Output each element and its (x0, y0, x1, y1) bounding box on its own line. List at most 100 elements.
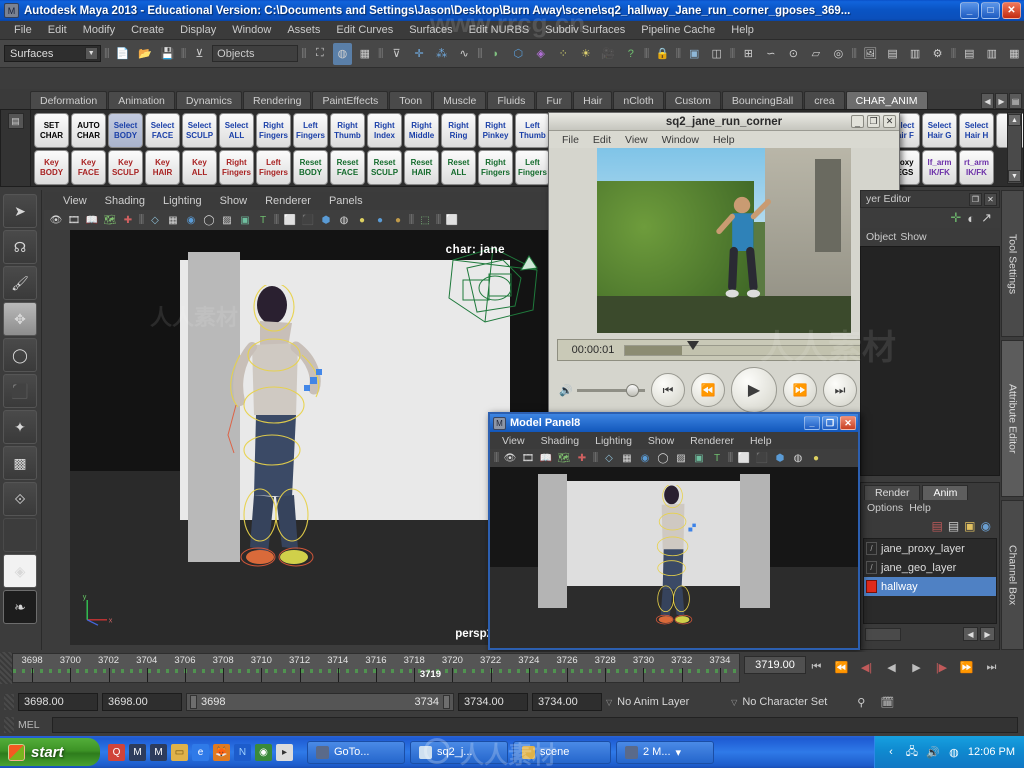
subdiv-mask-icon[interactable]: ◈ (531, 43, 551, 65)
camera-attributes-icon[interactable]: 🎞 (66, 212, 82, 228)
shelf-button-reset-sculp[interactable]: Reset SCULP (367, 150, 402, 185)
network-icon[interactable]: 🖧 (905, 745, 919, 759)
attribute-editor-menu-show[interactable]: Show (900, 231, 926, 243)
folder-icon[interactable]: ▭ (171, 743, 188, 761)
open-scene-icon[interactable]: 📂 (135, 43, 155, 65)
layer-editor-tab-render[interactable]: Render (864, 485, 921, 500)
shelf-tab-deformation[interactable]: Deformation (30, 91, 108, 109)
mp-bookmarks-icon[interactable]: 📖 (538, 450, 554, 466)
mel-command-input[interactable] (52, 717, 1018, 733)
menu-item-help[interactable]: Help (723, 22, 762, 38)
layer-editor-field[interactable] (865, 627, 901, 641)
menu-item-edit[interactable]: Edit (40, 22, 75, 38)
bookmarks-icon[interactable]: 📖 (84, 212, 100, 228)
mp-image-plane-icon[interactable]: 🗺 (556, 450, 572, 466)
shelf-button-right-pinkey[interactable]: Right Pinkey (478, 113, 513, 148)
text-overlay-icon[interactable]: T (255, 212, 271, 228)
shelf-button-right-ring[interactable]: Right Ring (441, 113, 476, 148)
axis-marker-icon[interactable]: ✛ (950, 210, 961, 226)
go-to-end-button[interactable]: ⏭ (981, 657, 1002, 677)
shelf-scroll-up-icon[interactable]: ▲ (1008, 114, 1021, 126)
show-manipulator-tool[interactable]: ⟐ (3, 482, 37, 516)
maya-icon-2[interactable]: M (150, 743, 167, 761)
shelf-scroll-down-icon[interactable]: ▼ (1008, 170, 1021, 182)
model-panel-menu-renderer[interactable]: Renderer (682, 435, 742, 447)
menu-item-display[interactable]: Display (172, 22, 224, 38)
layer-visibility-swatch[interactable] (866, 580, 877, 593)
shelf-tab-muscle[interactable]: Muscle (433, 91, 487, 109)
step-forward-key-button[interactable]: ⏩ (956, 657, 977, 677)
taskbar-task-goto-[interactable]: GoTo... (307, 740, 405, 764)
shelf-tab-dynamics[interactable]: Dynamics (175, 91, 242, 109)
player-icon[interactable]: ▸ (276, 743, 293, 761)
layer-list[interactable]: / jane_proxy_layer / jane_geo_layer hallway (863, 538, 997, 624)
shelf-button-key-all[interactable]: Key ALL (182, 150, 217, 185)
quicktime-menu-window[interactable]: Window (655, 134, 706, 146)
fast-forward-button[interactable]: ⏩ (783, 373, 817, 407)
shelf-tab-fluids[interactable]: Fluids (487, 91, 536, 109)
shelf-tab-next-icon[interactable]: ▶ (995, 93, 1008, 109)
shelf-tab-char-anim[interactable]: CHAR_ANIM (845, 91, 928, 109)
skip-to-end-button[interactable]: ⏭ (823, 373, 857, 407)
quicktime-icon[interactable]: Q (108, 743, 125, 761)
shelf-options-icon[interactable]: ▤ (7, 113, 24, 129)
shelf-button-select-body[interactable]: Select BODY (108, 113, 143, 148)
shelf-tab-bouncingball[interactable]: BouncingBall (721, 91, 804, 109)
shelf-scrollbar[interactable]: ▲ ▼ (1007, 112, 1022, 184)
auto-key-icon[interactable]: ⚲ (850, 691, 872, 713)
volume-icon[interactable]: 🔊 (926, 745, 940, 759)
viewport-menu-view[interactable]: View (54, 195, 96, 207)
snap-plane-icon[interactable]: ▱ (806, 43, 826, 65)
default-light-icon[interactable]: ● (354, 212, 370, 228)
select-by-hierarchy-icon[interactable]: ⛶ (310, 43, 330, 65)
universal-manipulator[interactable]: ✦ (3, 410, 37, 444)
shelf-button-select-hair-h[interactable]: Select Hair H (959, 113, 994, 148)
taskbar-task-scene[interactable]: scene (513, 740, 611, 764)
mp-camera-attributes-icon[interactable]: 🎞 (520, 450, 536, 466)
model-panel-menu-lighting[interactable]: Lighting (587, 435, 640, 447)
menu-item-create[interactable]: Create (123, 22, 172, 38)
gate-mask-icon[interactable]: ◯ (201, 212, 217, 228)
render-current-frame-icon[interactable]: ▤ (883, 43, 903, 65)
play-backwards-button[interactable]: ◀ (881, 657, 902, 677)
lasso-tool[interactable]: ☊ (3, 230, 37, 264)
layout-persp-outliner[interactable]: ❧ (3, 590, 37, 624)
viewport-menu-lighting[interactable]: Lighting (154, 195, 211, 207)
save-scene-icon[interactable]: 💾 (158, 43, 178, 65)
character-set-dropdown[interactable]: ▽ No Character Set (731, 693, 847, 711)
selection-mask-icon[interactable]: ⊻ (190, 43, 210, 65)
shelf-tab-painteffects[interactable]: PaintEffects (312, 91, 389, 109)
two-d-pan-zoom-icon[interactable]: ✚ (120, 212, 136, 228)
last-tool-used[interactable] (3, 518, 37, 552)
shelf-tab-crea[interactable]: crea (804, 91, 845, 109)
step-back-frame-button[interactable]: ◀| (856, 657, 877, 677)
arrow-up-right-icon[interactable]: ↗ (981, 210, 992, 226)
mp-resolution-gate-icon[interactable]: ◉ (637, 450, 653, 466)
xray-joints-icon[interactable]: ▣ (237, 212, 253, 228)
layer-visibility-swatch[interactable]: / (866, 561, 877, 574)
snap-curve-icon[interactable]: ∽ (761, 43, 781, 65)
shadows-icon[interactable]: ● (390, 212, 406, 228)
play-button[interactable]: ▶ (731, 367, 777, 413)
model-panel-menu-help[interactable]: Help (742, 435, 780, 447)
viewport-menu-show[interactable]: Show (211, 195, 257, 207)
mp-exposure-icon[interactable]: ▨ (673, 450, 689, 466)
layer-editor-tab-anim[interactable]: Anim (922, 485, 969, 500)
model-panel-maximize-button[interactable]: ❐ (822, 416, 838, 430)
rotate-tool[interactable]: ◯ (3, 338, 37, 372)
shelf-tab-rendering[interactable]: Rendering (243, 91, 312, 109)
viewport-menu-shading[interactable]: Shading (96, 195, 154, 207)
model-panel-menu-view[interactable]: View (494, 435, 533, 447)
shelf-button-lf-arm-ik-fk[interactable]: lf_arm IK/FK (922, 150, 957, 185)
shelf-button-key-sculp[interactable]: Key SCULP (108, 150, 143, 185)
attribute-editor-body[interactable] (860, 246, 1000, 476)
quicktime-scrub-bar[interactable]: 00:00:01 (557, 339, 891, 361)
step-forward-frame-button[interactable]: |▶ (931, 657, 952, 677)
shelf-button-right-index[interactable]: Right Index (367, 113, 402, 148)
mp-flat-shading-icon[interactable]: ⬢ (772, 450, 788, 466)
toggle-attribute-editor-icon[interactable]: ▤ (960, 43, 980, 65)
model-panel-menu-shading[interactable]: Shading (533, 435, 588, 447)
menu-item-window[interactable]: Window (224, 22, 279, 38)
mp-xray-joints-icon[interactable]: ▣ (691, 450, 707, 466)
layer-visibility-swatch[interactable]: / (866, 542, 877, 555)
